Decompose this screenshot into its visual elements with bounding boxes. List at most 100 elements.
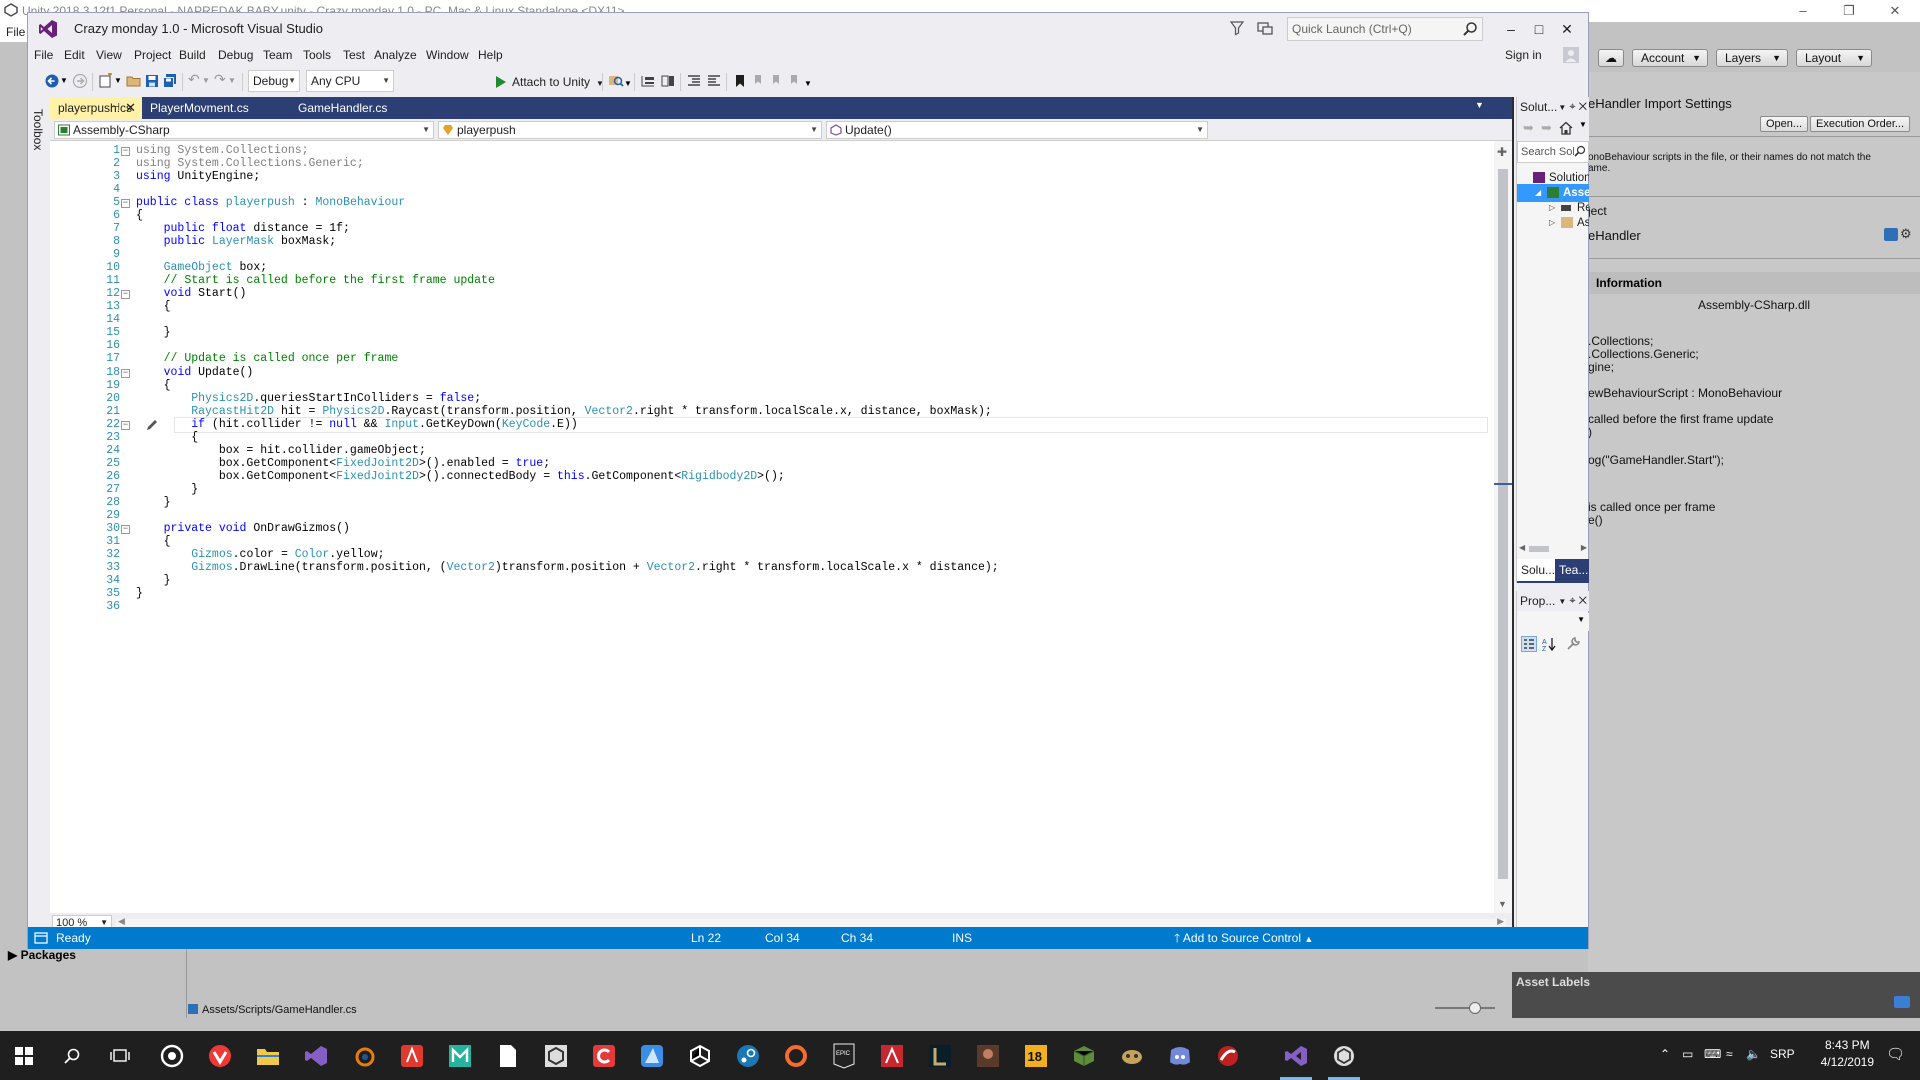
alphabetical-icon[interactable]: AZ xyxy=(1541,636,1557,652)
vs-close-button[interactable]: ✕ xyxy=(1550,17,1584,41)
property-pages-icon[interactable] xyxy=(1565,636,1581,652)
back-icon[interactable] xyxy=(44,73,60,89)
save-all-icon[interactable] xyxy=(162,73,178,89)
solution-panel-tab[interactable]: Tea... xyxy=(1555,559,1589,581)
volume-icon[interactable]: 🔈 xyxy=(1746,1047,1761,1061)
properties-header[interactable]: Prop... ▼ ⌖ ✕ xyxy=(1517,591,1589,611)
solution-search-box[interactable] xyxy=(1517,141,1589,163)
scrollbar-thumb[interactable] xyxy=(1498,169,1508,879)
forward-icon[interactable] xyxy=(72,73,88,89)
quick-launch-input[interactable] xyxy=(1288,18,1458,40)
game-character-icon[interactable] xyxy=(972,1040,1004,1072)
slider-knob[interactable] xyxy=(1469,1002,1481,1014)
unity-icon[interactable] xyxy=(684,1040,716,1072)
forward-icon[interactable]: ➥ xyxy=(1541,120,1552,136)
split-window-icon[interactable]: ✚ xyxy=(1497,145,1507,159)
uncomment-lines-icon[interactable] xyxy=(706,73,722,89)
cloud-icon[interactable]: ☁ xyxy=(1598,49,1624,67)
pin-tab-icon[interactable]: ⊣ xyxy=(111,97,120,119)
windows-start-icon[interactable] xyxy=(8,1040,40,1072)
toolbox-tab[interactable]: Toolbox xyxy=(31,109,45,150)
code-editor[interactable]: 1− using System.Collections; 2 using System… xyxy=(50,141,1494,913)
gear-icon[interactable]: ⚙ xyxy=(1900,226,1912,242)
attach-to-unity-button[interactable]: Attach to Unity ▼ xyxy=(494,71,604,93)
quick-launch-box[interactable] xyxy=(1287,17,1483,41)
new-project-icon[interactable] xyxy=(98,73,114,89)
clear-bookmarks-icon[interactable] xyxy=(786,73,802,89)
solution-horizontal-scrollbar[interactable]: ◀ ▶ xyxy=(1517,543,1589,555)
show-hidden-icons-icon[interactable]: ⌃ xyxy=(1660,1047,1670,1061)
chevron-down-icon[interactable]: ▼ xyxy=(1579,120,1587,129)
unity-close-button[interactable]: ✕ xyxy=(1872,0,1918,22)
menu-view[interactable]: View xyxy=(96,48,122,62)
chevron-down-icon[interactable]: ▼ xyxy=(1558,103,1566,112)
battery-icon[interactable]: ▭ xyxy=(1682,1047,1693,1061)
minecraft-icon[interactable] xyxy=(1068,1040,1100,1072)
toolbox-strip[interactable]: Toolbox xyxy=(28,97,50,935)
solution-panel-tab[interactable]: Solu... xyxy=(1517,559,1555,581)
open-button[interactable]: Open... xyxy=(1760,116,1809,132)
search-icon[interactable] xyxy=(1462,21,1478,37)
tabs-dropdown-icon[interactable]: ▼ xyxy=(1475,100,1484,110)
icon-size-slider[interactable] xyxy=(1435,1002,1495,1014)
comment-lines-icon[interactable] xyxy=(686,73,702,89)
save-icon[interactable] xyxy=(144,73,160,89)
visual-studio-installer-icon[interactable] xyxy=(300,1040,332,1072)
collapse-toggle-icon[interactable]: − xyxy=(121,290,130,300)
taskbar-clock[interactable]: 8:43 PM 4/12/2019 xyxy=(1821,1037,1874,1071)
solution-platform-select[interactable]: Any CPU ▼ xyxy=(306,70,394,92)
menu-debug[interactable]: Debug xyxy=(218,48,253,62)
solution-tree-item[interactable]: ▷ Asse xyxy=(1517,214,1589,232)
wifi-icon[interactable]: ≈ xyxy=(1726,1047,1733,1061)
scroll-down-icon[interactable]: ▼ xyxy=(1498,899,1507,909)
document-icon[interactable] xyxy=(492,1040,524,1072)
search-icon[interactable] xyxy=(56,1040,88,1072)
close-icon[interactable]: ✕ xyxy=(1579,101,1587,113)
close-tab-icon[interactable]: ✕ xyxy=(125,97,136,119)
menu-window[interactable]: Window xyxy=(426,48,469,62)
obs-icon[interactable] xyxy=(156,1040,188,1072)
action-center-icon[interactable]: 🗨 xyxy=(1886,1045,1905,1063)
step-over-icon[interactable] xyxy=(660,73,676,89)
unity-restore-button[interactable]: ❐ xyxy=(1826,0,1872,22)
project-dropdown[interactable]: Assembly-CSharp ▼ xyxy=(54,121,434,139)
open-folder-icon[interactable] xyxy=(126,73,142,89)
editor-horizontal-scrollbar[interactable]: ◀ ▶ xyxy=(116,916,1506,927)
pin-icon[interactable]: ⌖ xyxy=(1569,595,1575,607)
account-icon[interactable] xyxy=(1562,46,1580,64)
execution-order-button[interactable]: Execution Order... xyxy=(1810,116,1911,132)
collapsed-triangle-icon[interactable]: ▷ xyxy=(1549,214,1555,232)
collapse-toggle-icon[interactable]: − xyxy=(121,524,130,534)
bookmark-icon[interactable] xyxy=(732,73,748,89)
solution-configuration-select[interactable]: Debug ▼ xyxy=(248,70,300,92)
vivaldi-icon[interactable] xyxy=(204,1040,236,1072)
menu-team[interactable]: Team xyxy=(263,48,292,62)
member-dropdown[interactable]: Update() ▼ xyxy=(826,121,1208,139)
origin-icon[interactable] xyxy=(780,1040,812,1072)
collapse-toggle-icon[interactable]: − xyxy=(121,199,130,209)
menu-help[interactable]: Help xyxy=(478,48,503,62)
unity-minimize-button[interactable]: – xyxy=(1780,0,1826,22)
categorized-icon[interactable] xyxy=(1521,636,1537,652)
blender-icon[interactable] xyxy=(348,1040,380,1072)
autodesk-icon[interactable] xyxy=(876,1040,908,1072)
scroll-left-icon[interactable]: ◀ xyxy=(118,916,125,927)
menu-project[interactable]: Project xyxy=(134,48,171,62)
task-view-icon[interactable] xyxy=(104,1040,136,1072)
chevron-down-icon[interactable]: ▼ xyxy=(1558,597,1566,606)
epic-games-icon[interactable]: EPIC xyxy=(828,1040,860,1072)
input-language[interactable]: SRP xyxy=(1770,1047,1795,1061)
mixcraft-icon[interactable] xyxy=(444,1040,476,1072)
next-bookmark-icon[interactable] xyxy=(768,73,784,89)
unity-editor-taskbar-icon[interactable] xyxy=(1328,1040,1360,1080)
doc-tab-playermovment-cs[interactable]: PlayerMovment.cs xyxy=(142,97,290,119)
solution-search-input[interactable] xyxy=(1518,142,1574,162)
add-to-source-control-button[interactable]: 🡑 Add to Source Control ▲ xyxy=(1174,927,1313,950)
ccleaner-icon[interactable] xyxy=(588,1040,620,1072)
step-into-icon[interactable] xyxy=(640,73,656,89)
chevron-down-icon[interactable]: ▼ xyxy=(624,79,640,95)
pin-icon[interactable]: ⌖ xyxy=(1569,101,1575,113)
visual-studio-taskbar-icon[interactable] xyxy=(1280,1040,1312,1080)
account-dropdown[interactable]: Account ▼ xyxy=(1632,49,1708,67)
scroll-right-icon[interactable]: ▶ xyxy=(1581,543,1587,552)
